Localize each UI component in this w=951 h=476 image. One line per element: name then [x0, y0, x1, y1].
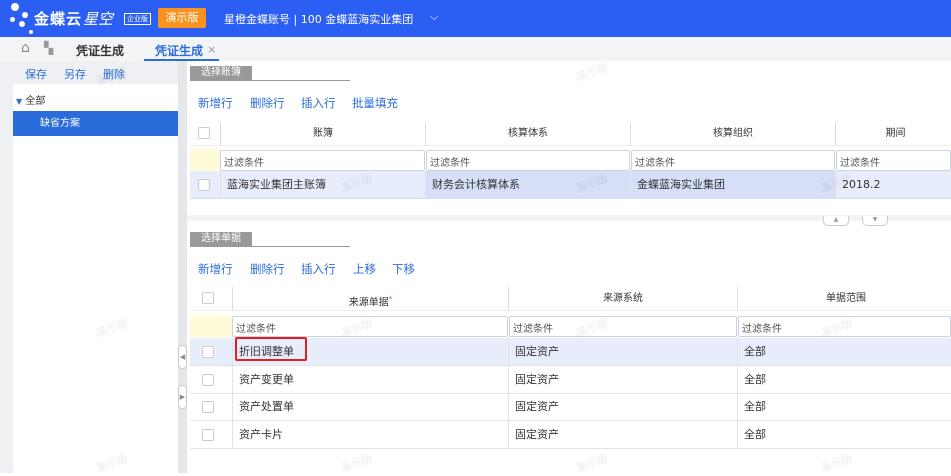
cell-accounting-org: 金蝶蓝海实业集团: [630, 171, 835, 199]
scroll-down-icon[interactable]: ▼: [862, 216, 888, 226]
save-button[interactable]: 保存: [25, 66, 47, 82]
section-title-documents: 选择单据: [190, 232, 252, 246]
logo-icon-dot: [29, 30, 33, 34]
cell-source-system: 固定资产: [508, 420, 737, 449]
col-ledger: 账簿: [220, 122, 425, 146]
cell-document-range: 全部: [737, 365, 951, 394]
required-mark: *: [388, 295, 393, 303]
delete-row-button-2[interactable]: 删除行: [250, 261, 285, 277]
ledger-table-header: 账簿 核算体系 核算组织 期间: [190, 122, 951, 146]
col-document-range: 单据范围: [737, 287, 951, 311]
filter-accounting-org-input[interactable]: 过滤条件: [631, 150, 835, 171]
cell-ledger: 蓝海实业集团主账簿: [220, 171, 425, 199]
cell-source-system: 固定资产: [508, 393, 737, 421]
demo-button[interactable]: 演示版: [158, 8, 206, 28]
table-row[interactable]: 资产变更单 固定资产 全部: [190, 365, 951, 394]
row-checkbox[interactable]: [202, 401, 214, 413]
account-selector[interactable]: 星橙金蝶账号 | 100 金蝶蓝海实业集团: [224, 11, 413, 27]
logo-icon: [11, 3, 19, 11]
main-content: 选择账簿 新增行 删除行 插入行 批量填充 账簿 核算体系 核算组织 期间 过滤…: [187, 61, 951, 473]
filter-row-marker: [190, 149, 220, 171]
brand-sub: 星空: [83, 10, 114, 28]
cell-source-document: 资产处置单: [232, 393, 508, 421]
apps-grid-icon[interactable]: ▚: [44, 41, 53, 55]
top-header: 金蝶云 星空 企业版 演示版 星橙金蝶账号 | 100 金蝶蓝海实业集团 ⌵: [0, 0, 951, 37]
tab-voucher-generation[interactable]: 凭证生成: [76, 42, 124, 59]
cell-source-document: 资产变更单: [232, 365, 508, 394]
move-up-button[interactable]: 上移: [353, 261, 376, 277]
scroll-up-icon[interactable]: ▲: [823, 216, 849, 226]
section-underline: [190, 246, 350, 247]
save-as-button[interactable]: 另存: [64, 66, 86, 82]
expand-right-icon[interactable]: ▶: [178, 385, 187, 409]
add-row-button[interactable]: 新增行: [198, 95, 233, 111]
close-tab-icon[interactable]: ×: [207, 43, 216, 56]
filter-ledger-input[interactable]: 过滤条件: [220, 150, 425, 171]
col-period: 期间: [835, 122, 951, 146]
row-checkbox[interactable]: [202, 428, 214, 441]
logo-icon-dot: [10, 17, 15, 22]
select-all-checkbox-2[interactable]: [202, 292, 214, 304]
caret-down-icon: ▼: [16, 97, 23, 106]
logo-icon-dot: [22, 12, 28, 18]
table-row[interactable]: 资产处置单 固定资产 全部: [190, 393, 951, 421]
col-source-document: 来源单据*: [232, 287, 508, 311]
logo-icon-dot: [19, 21, 25, 27]
tab-bar: ⌂ ▚ 凭证生成 凭证生成 ×: [0, 37, 951, 61]
cell-source-system: 固定资产: [508, 338, 737, 366]
col-accounting-system: 核算体系: [425, 122, 630, 146]
tree-item-default-scheme[interactable]: 缺省方案: [13, 111, 178, 136]
document-table-header: 来源单据* 来源系统 单据范围: [190, 287, 951, 311]
edition-badge: 企业版: [124, 13, 151, 25]
cell-document-range: 全部: [737, 338, 951, 366]
insert-row-button[interactable]: 插入行: [301, 95, 336, 111]
brand-name: 金蝶云: [34, 10, 83, 28]
section-underline: [190, 80, 350, 81]
filter-row-marker-2: [190, 315, 232, 337]
select-all-checkbox[interactable]: [198, 127, 210, 139]
filter-source-system-input[interactable]: 过滤条件: [509, 316, 737, 337]
filter-accounting-system-input[interactable]: 过滤条件: [426, 150, 630, 171]
home-icon[interactable]: ⌂: [21, 40, 30, 56]
cell-document-range: 全部: [737, 393, 951, 421]
row-checkbox[interactable]: [198, 179, 210, 191]
scheme-tree: ▼ 全部 缺省方案: [13, 84, 178, 473]
cell-document-range: 全部: [737, 420, 951, 449]
highlight-box: [235, 337, 307, 361]
add-row-button-2[interactable]: 新增行: [198, 261, 233, 277]
col-source-system: 来源系统: [508, 287, 737, 311]
filter-period-input[interactable]: 过滤条件: [836, 150, 951, 171]
row-checkbox[interactable]: [202, 346, 214, 358]
row-checkbox[interactable]: [202, 373, 214, 386]
tree-item-all[interactable]: ▼ 全部: [16, 92, 45, 107]
table-row[interactable]: 资产卡片 固定资产 全部: [190, 420, 951, 449]
tab-voucher-generation-active[interactable]: 凭证生成: [155, 42, 203, 59]
splitter[interactable]: [178, 61, 187, 473]
col-source-document-label: 来源单据: [348, 297, 389, 309]
cell-source-document: 资产卡片: [232, 420, 508, 449]
batch-fill-button[interactable]: 批量填充: [352, 95, 398, 111]
collapse-left-icon[interactable]: ◀: [178, 345, 187, 369]
cell-source-system: 固定资产: [508, 365, 737, 394]
insert-row-button-2[interactable]: 插入行: [301, 261, 336, 277]
section-title-ledger: 选择账簿: [190, 66, 252, 80]
move-down-button[interactable]: 下移: [392, 261, 415, 277]
delete-row-button[interactable]: 删除行: [250, 95, 285, 111]
chevron-down-icon[interactable]: ⌵: [430, 10, 438, 24]
col-accounting-org: 核算组织: [630, 122, 835, 146]
